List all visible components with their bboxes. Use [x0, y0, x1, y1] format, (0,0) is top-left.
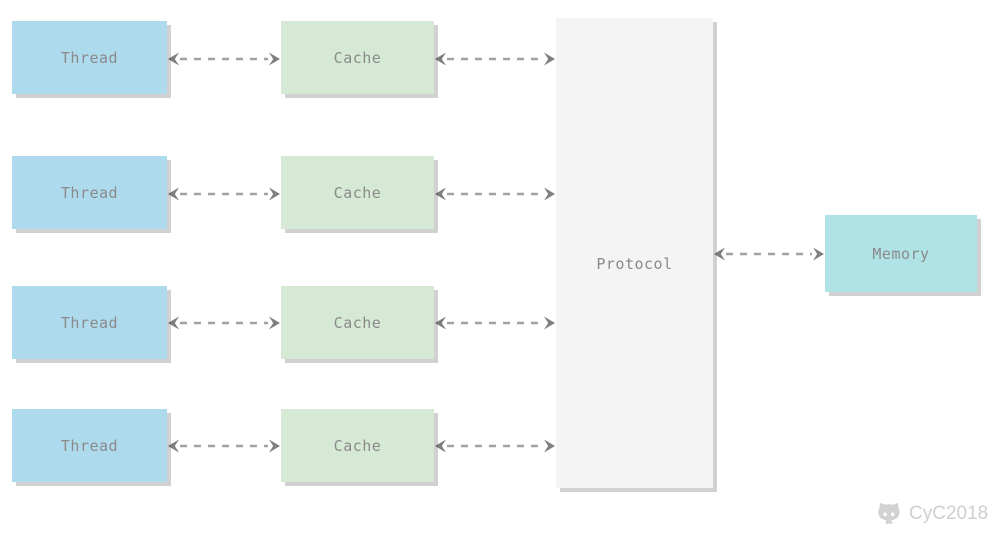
node-memory[interactable]: Memory	[825, 215, 977, 292]
node-label-thread-1: Thread	[60, 48, 119, 67]
connector-cache-3-protocol	[435, 313, 555, 333]
diagram-canvas: Thread Thread Thread Thread Cache Cache Cache C…	[0, 0, 999, 538]
connector-thread-2-cache-2	[168, 184, 280, 204]
node-label-memory: Memory	[872, 244, 930, 263]
node-thread-1[interactable]: Thread	[12, 21, 167, 94]
node-label-cache-1: Cache	[333, 48, 382, 67]
connector-thread-3-cache-3	[168, 313, 280, 333]
connector-cache-1-protocol	[435, 49, 555, 69]
node-cache-2[interactable]: Cache	[281, 156, 434, 229]
node-label-thread-2: Thread	[60, 183, 119, 202]
node-label-thread-3: Thread	[60, 313, 119, 332]
node-protocol[interactable]: Protocol	[556, 18, 713, 488]
watermark-text: CyC2018	[909, 502, 989, 524]
connector-cache-2-protocol	[435, 184, 555, 204]
connector-thread-4-cache-4	[168, 436, 280, 456]
connector-thread-1-cache-1	[168, 49, 280, 69]
node-cache-3[interactable]: Cache	[281, 286, 434, 359]
node-label-cache-3: Cache	[333, 313, 382, 332]
node-cache-1[interactable]: Cache	[281, 21, 434, 94]
node-thread-3[interactable]: Thread	[12, 286, 167, 359]
node-label-thread-4: Thread	[60, 436, 119, 455]
octocat-icon	[876, 502, 902, 524]
connector-cache-4-protocol	[435, 436, 555, 456]
node-label-cache-4: Cache	[333, 436, 382, 455]
connector-protocol-memory	[714, 244, 824, 264]
node-thread-4[interactable]: Thread	[12, 409, 167, 482]
node-label-protocol: Protocol	[596, 255, 673, 273]
node-thread-2[interactable]: Thread	[12, 156, 167, 229]
node-cache-4[interactable]: Cache	[281, 409, 434, 482]
node-label-cache-2: Cache	[333, 183, 382, 202]
watermark: CyC2018	[876, 502, 988, 524]
